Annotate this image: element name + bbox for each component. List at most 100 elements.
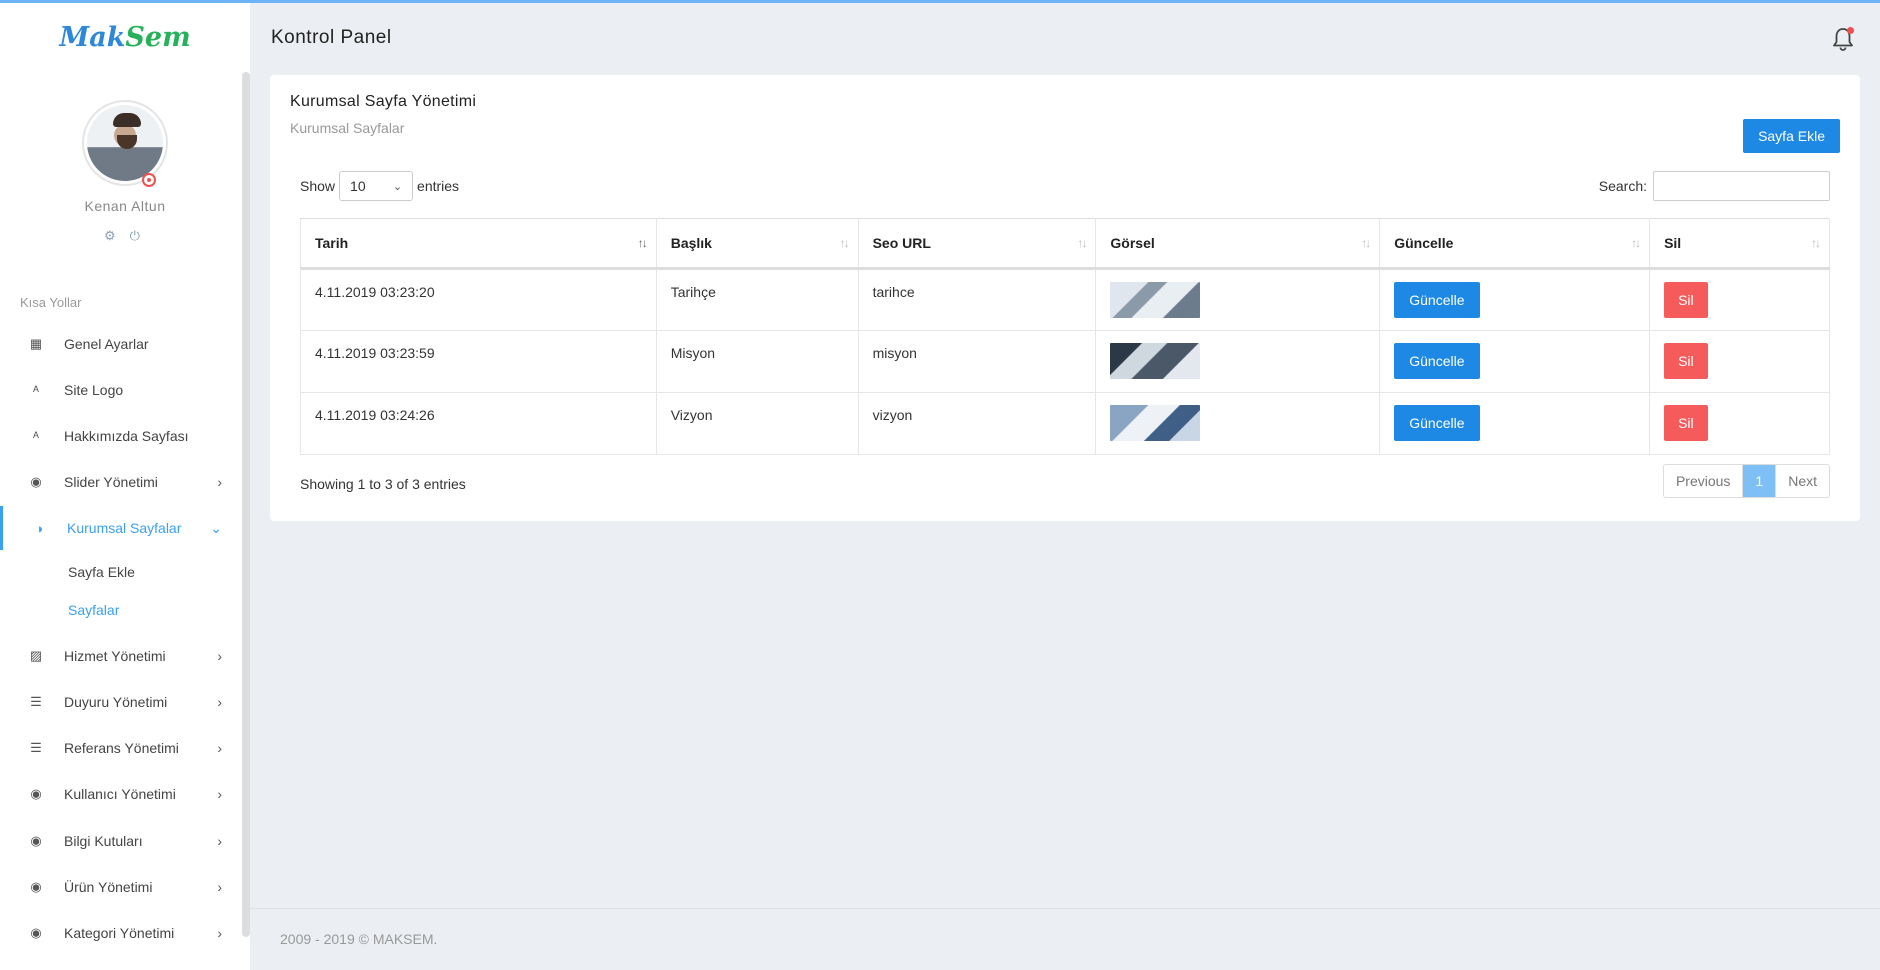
cell-image: [1095, 330, 1381, 393]
footer: 2009 - 2019 © MAKSEM.: [250, 908, 1880, 970]
sidebar-item-genel-ayarlar[interactable]: ▦ Genel Ayarlar: [0, 322, 242, 366]
sidebar-item-slider[interactable]: ◉ Slider Yönetimi ›: [0, 460, 242, 504]
add-page-button[interactable]: Sayfa Ekle: [1743, 119, 1840, 153]
sidebar-item-site-logo[interactable]: ᴬ Site Logo: [0, 368, 242, 412]
column-header-gorsel[interactable]: Görsel ↑↓: [1095, 218, 1381, 270]
chevron-right-icon: ›: [217, 786, 222, 802]
bell-icon[interactable]: [1832, 27, 1854, 51]
chevron-down-icon: ⌄: [210, 519, 222, 536]
search-input[interactable]: [1653, 171, 1830, 201]
sidebar-item-hizmet[interactable]: ▨ Hizmet Yönetimi ›: [0, 634, 242, 678]
table-header-row: Tarih ↑↓ Başlık ↑↓ Seo URL ↑↓ Görsel ↑↓ Günc…: [300, 218, 1830, 270]
pagination: Previous 1 Next: [1662, 464, 1830, 498]
page-thumbnail: [1110, 405, 1201, 441]
entries-select[interactable]: 10 ⌄: [339, 171, 414, 201]
column-header-seo-url[interactable]: Seo URL ↑↓: [857, 218, 1097, 270]
next-page-button[interactable]: Next: [1775, 465, 1829, 497]
page-title: Kontrol Panel: [271, 27, 392, 48]
previous-page-button[interactable]: Previous: [1664, 465, 1744, 497]
table-search: Search:: [1599, 171, 1830, 201]
cell-image: [1095, 392, 1381, 455]
delete-button[interactable]: Sil: [1664, 343, 1708, 379]
text-format-icon: ᴬ: [33, 428, 39, 444]
sort-icon: ↑↓: [1631, 236, 1641, 250]
sort-icon: ↑↓: [1361, 236, 1371, 250]
submenu-item-sayfa-ekle[interactable]: Sayfa Ekle: [68, 564, 135, 580]
chevron-right-icon: ›: [217, 474, 222, 490]
user-actions: ⚙ ⏻: [104, 228, 140, 244]
sidebar-item-referans[interactable]: ☰ Referans Yönetimi ›: [0, 726, 242, 770]
card-subtitle: Kurumsal Sayfalar: [290, 120, 405, 136]
column-header-baslik[interactable]: Başlık ↑↓: [655, 218, 859, 270]
cell-title: Misyon: [655, 330, 859, 393]
notification-dot: [1847, 27, 1854, 34]
page-1-button[interactable]: 1: [1743, 465, 1776, 497]
table-row: 4.11.2019 03:24:26 Vizyon vizyon Güncell…: [300, 392, 1830, 455]
dashboard-icon: ▦: [29, 336, 43, 351]
copyright-text: 2009 - 2019 © MAKSEM.: [280, 931, 438, 947]
cell-title: Tarihçe: [655, 268, 859, 331]
globe-icon: ◉: [30, 925, 42, 940]
cell-seo-url: tarihce: [857, 268, 1097, 331]
sort-icon: ↑↓: [1077, 236, 1087, 250]
sidebar-item-bilgi-kutulari[interactable]: ◉ Bilgi Kutuları ›: [0, 819, 242, 863]
cell-seo-url: misyon: [857, 330, 1097, 393]
page-thumbnail: [1110, 343, 1201, 379]
brand-logo[interactable]: MakSem: [0, 22, 250, 53]
sidebar: MakSem Kenan Altun ⚙ ⏻ Kısa Yollar ▦ Gen…: [0, 0, 250, 970]
globe-icon: ◉: [30, 786, 42, 801]
pages-table: Tarih ↑↓ Başlık ↑↓ Seo URL ↑↓ Görsel ↑↓ Günc…: [300, 218, 1830, 455]
cell-seo-url: vizyon: [857, 392, 1097, 455]
chevron-right-icon: ›: [217, 694, 222, 710]
sidebar-item-kurumsal-sayfalar[interactable]: ◑ Kurumsal Sayfalar ⌄: [0, 506, 242, 550]
top-header: Kontrol Panel: [250, 3, 1880, 73]
gear-icon[interactable]: ⚙: [104, 228, 116, 244]
sort-icon: ↑↓: [1811, 236, 1821, 250]
sort-icon: ↑↓: [839, 236, 850, 250]
list-icon: ☰: [30, 694, 42, 709]
texture-icon: ▨: [29, 648, 43, 663]
cell-date: 4.11.2019 03:24:26: [300, 392, 657, 455]
column-header-tarih[interactable]: Tarih ↑↓: [300, 218, 657, 270]
globe-icon: ◉: [30, 879, 42, 894]
chevron-right-icon: ›: [217, 925, 222, 941]
sidebar-item-kategori[interactable]: ◉ Kategori Yönetimi ›: [0, 911, 242, 955]
power-icon[interactable]: ⏻: [130, 228, 140, 244]
text-format-icon: ᴬ: [33, 382, 39, 398]
chevron-right-icon: ›: [217, 833, 222, 849]
update-button[interactable]: Güncelle: [1394, 405, 1480, 441]
globe-icon: ◉: [30, 833, 42, 848]
page-management-card: Kurumsal Sayfa Yönetimi Kurumsal Sayfala…: [270, 75, 1860, 521]
sidebar-item-urun[interactable]: ◉ Ürün Yönetimi ›: [0, 865, 242, 909]
avatar[interactable]: [82, 100, 168, 186]
update-button[interactable]: Güncelle: [1394, 343, 1480, 379]
globe-icon: ◉: [30, 474, 42, 489]
cell-date: 4.11.2019 03:23:59: [300, 330, 657, 393]
table-row: 4.11.2019 03:23:59 Misyon misyon Güncell…: [300, 330, 1830, 393]
section-label: Kısa Yollar: [20, 295, 82, 310]
user-name: Kenan Altun: [84, 198, 166, 214]
delete-button[interactable]: Sil: [1664, 282, 1708, 318]
column-header-guncelle[interactable]: Güncelle ↑↓: [1379, 218, 1651, 270]
card-title: Kurumsal Sayfa Yönetimi: [290, 93, 477, 110]
update-button[interactable]: Güncelle: [1394, 282, 1480, 318]
submenu-item-sayfalar[interactable]: Sayfalar: [68, 602, 119, 618]
chevron-right-icon: ›: [217, 740, 222, 756]
table-row: 4.11.2019 03:23:20 Tarihçe tarihce Günce…: [300, 268, 1830, 331]
page-thumbnail: [1110, 282, 1201, 318]
chevron-down-icon: ⌄: [392, 180, 403, 193]
chevron-right-icon: ›: [217, 879, 222, 895]
sidebar-item-duyuru[interactable]: ☰ Duyuru Yönetimi ›: [0, 680, 242, 724]
sort-asc-icon: ↑↓: [637, 236, 648, 250]
delete-button[interactable]: Sil: [1664, 405, 1708, 441]
sidebar-item-hakkimizda[interactable]: ᴬ Hakkımızda Sayfası: [0, 414, 242, 458]
chevron-right-icon: ›: [217, 648, 222, 664]
entries-length-control: Show 10 ⌄ entries: [300, 171, 459, 201]
table-info: Showing 1 to 3 of 3 entries: [300, 476, 466, 492]
column-header-sil[interactable]: Sil ↑↓: [1649, 218, 1830, 270]
cell-date: 4.11.2019 03:23:20: [300, 268, 657, 331]
top-accent-line: [0, 0, 1880, 3]
contrast-icon: ◑: [35, 520, 43, 536]
sidebar-item-kullanici[interactable]: ◉ Kullanıcı Yönetimi ›: [0, 772, 242, 816]
status-indicator-icon: [142, 173, 156, 187]
